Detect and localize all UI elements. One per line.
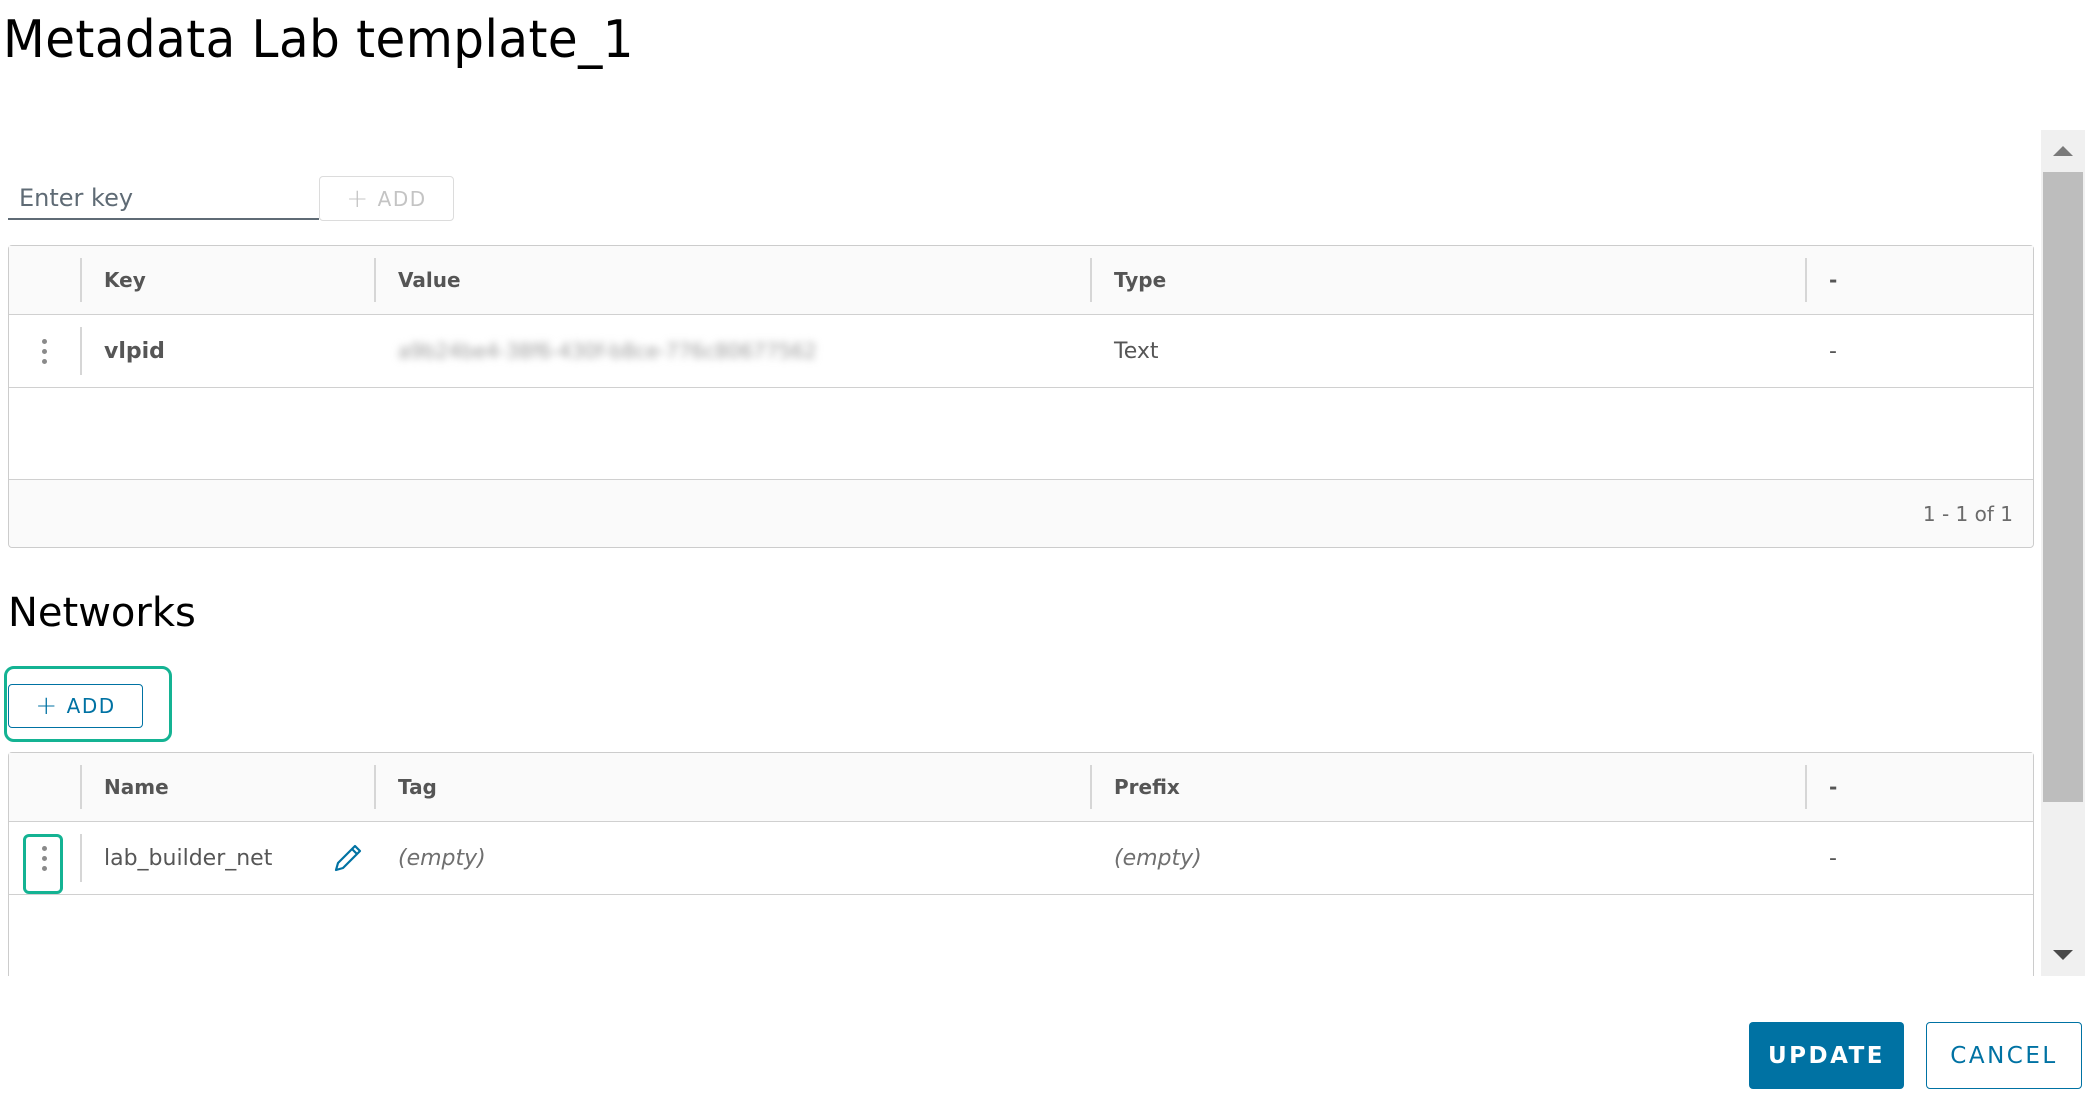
pencil-icon[interactable] bbox=[330, 840, 366, 876]
metadata-key-input[interactable] bbox=[8, 178, 319, 220]
add-metadata-label: ADD bbox=[377, 186, 427, 211]
more-actions-icon[interactable] bbox=[32, 333, 57, 370]
metadata-table: Key Value Type - vlpid a9b24be4-38f6-430… bbox=[8, 245, 2034, 548]
table-row: vlpid a9b24be4-38f6-430f-b8ce-776c806775… bbox=[9, 315, 2033, 388]
dialog-title: Metadata Lab template_1 bbox=[3, 10, 634, 70]
column-divider bbox=[80, 765, 82, 809]
focus-highlight bbox=[23, 834, 63, 894]
column-divider bbox=[80, 258, 82, 302]
header-extra-label: - bbox=[1829, 268, 1838, 292]
metadata-extra: - bbox=[1829, 338, 1837, 364]
plus-icon: + bbox=[346, 183, 370, 214]
row-actions-cell bbox=[9, 315, 80, 387]
column-divider bbox=[1805, 765, 1807, 809]
header-tag[interactable]: Tag bbox=[374, 753, 1090, 821]
header-key[interactable]: Key bbox=[80, 246, 374, 314]
scrollbar-thumb[interactable] bbox=[2043, 172, 2083, 802]
metadata-value: a9b24be4-38f6-430f-b8ce-776c80677562 bbox=[398, 339, 817, 363]
metadata-type-cell: Text bbox=[1090, 315, 1805, 387]
scroll-up-arrow-icon[interactable] bbox=[2053, 146, 2073, 156]
metadata-type: Text bbox=[1114, 338, 1159, 364]
column-divider bbox=[1090, 765, 1092, 809]
column-divider bbox=[1090, 258, 1092, 302]
network-name: lab_builder_net bbox=[104, 845, 273, 871]
header-actions-cell bbox=[9, 753, 80, 821]
header-value-label: Value bbox=[398, 268, 461, 292]
dialog-scroll-area: + ADD Key Value Type - vlpid a9b24be4-38… bbox=[0, 130, 2085, 976]
metadata-pagination: 1 - 1 of 1 bbox=[9, 480, 2033, 547]
scroll-down-arrow-icon[interactable] bbox=[2053, 950, 2073, 960]
table-empty-space bbox=[9, 388, 2033, 480]
table-row: lab_builder_net (empty) (empty) - bbox=[9, 822, 2033, 895]
header-value[interactable]: Value bbox=[374, 246, 1090, 314]
vertical-scrollbar[interactable] bbox=[2041, 130, 2085, 976]
network-prefix: (empty) bbox=[1114, 845, 1202, 871]
header-extra: - bbox=[1805, 246, 2033, 314]
add-network-label: ADD bbox=[66, 694, 116, 718]
header-name-label: Name bbox=[104, 775, 169, 799]
metadata-table-header: Key Value Type - bbox=[9, 246, 2033, 315]
network-extra: - bbox=[1829, 845, 1837, 871]
add-metadata-button[interactable]: + ADD bbox=[319, 176, 454, 221]
networks-table-header: Name Tag Prefix - bbox=[9, 753, 2033, 822]
plus-icon: + bbox=[35, 691, 59, 721]
header-type[interactable]: Type bbox=[1090, 246, 1805, 314]
update-button[interactable]: UPDATE bbox=[1749, 1022, 1904, 1089]
header-type-label: Type bbox=[1114, 268, 1167, 292]
column-divider bbox=[80, 327, 82, 375]
row-actions-cell bbox=[9, 822, 80, 894]
metadata-key-cell: vlpid bbox=[80, 315, 374, 387]
header-actions-cell bbox=[9, 246, 80, 314]
header-extra-label: - bbox=[1829, 775, 1838, 799]
header-tag-label: Tag bbox=[398, 775, 437, 799]
header-prefix[interactable]: Prefix bbox=[1090, 753, 1805, 821]
network-extra-cell: - bbox=[1805, 822, 2033, 894]
column-divider bbox=[80, 834, 82, 882]
cancel-button[interactable]: CANCEL bbox=[1926, 1022, 2082, 1089]
network-tag-cell: (empty) bbox=[334, 822, 1090, 894]
network-prefix-cell: (empty) bbox=[1090, 822, 1805, 894]
network-tag: (empty) bbox=[398, 845, 486, 871]
networks-table: Name Tag Prefix - lab_builder_net (empty… bbox=[8, 752, 2034, 976]
metadata-extra-cell: - bbox=[1805, 315, 2033, 387]
add-network-button[interactable]: + ADD bbox=[8, 684, 143, 728]
column-divider bbox=[374, 765, 376, 809]
header-name[interactable]: Name bbox=[80, 753, 374, 821]
metadata-value-cell: a9b24be4-38f6-430f-b8ce-776c80677562 bbox=[374, 315, 1090, 387]
header-extra: - bbox=[1805, 753, 2033, 821]
metadata-key: vlpid bbox=[104, 338, 165, 364]
header-key-label: Key bbox=[104, 268, 146, 292]
column-divider bbox=[374, 258, 376, 302]
header-prefix-label: Prefix bbox=[1114, 775, 1180, 799]
column-divider bbox=[1805, 258, 1807, 302]
networks-section-title: Networks bbox=[8, 590, 196, 636]
